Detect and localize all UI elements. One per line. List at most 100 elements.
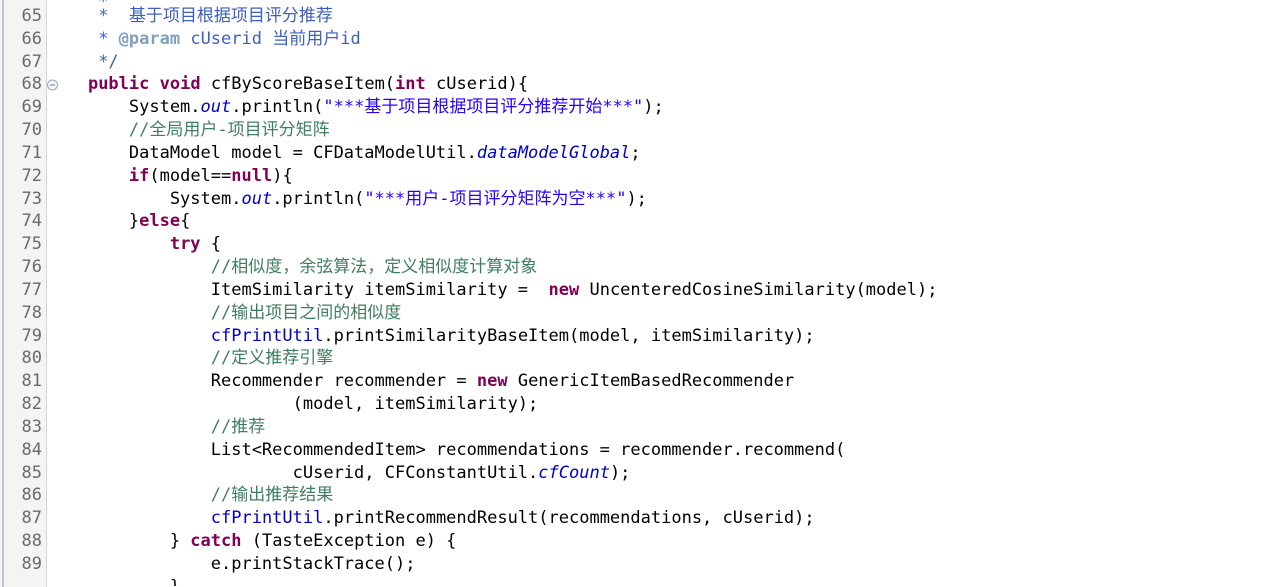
line-number: 88 [21, 531, 42, 552]
code-token: out [241, 188, 273, 209]
code-token: .println( [272, 188, 365, 209]
line-number: 74 [21, 211, 42, 232]
code-token: .printRecommendResult(recommendations, c… [323, 508, 815, 529]
code-token: //输出项目之间的相似度 [210, 302, 402, 323]
line-number: 68 [0, 73, 58, 96]
code-line[interactable]: cUserid, CFConstantUtil.cfCount); [47, 462, 1267, 485]
line-number: 89 [21, 553, 42, 574]
code-line[interactable]: //相似度，余弦算法，定义相似度计算对象 [47, 256, 1267, 279]
code-line[interactable]: cfPrintUtil.printRecommendResult(recomme… [47, 507, 1267, 530]
code-token: { [200, 234, 222, 255]
code-token: List<RecommendedItem> recommendations = … [47, 439, 846, 460]
code-token: DataModel model = CFDataModelUtil. [47, 142, 477, 163]
code-text-area[interactable]: * * 基于项目根据项目评分推荐 * @param cUserid 当前用户id… [47, 0, 1267, 587]
code-token: { [180, 211, 191, 232]
code-token: (model, itemSimilarity); [47, 394, 539, 415]
code-token: ){ [272, 165, 293, 186]
line-number: 77 [21, 279, 42, 300]
code-line[interactable]: //定义推荐引擎 [47, 347, 1267, 370]
code-token: System. [47, 188, 242, 209]
code-line[interactable]: //输出项目之间的相似度 [47, 302, 1267, 325]
code-token: //推荐 [210, 416, 266, 437]
code-line[interactable]: (model, itemSimilarity); [47, 393, 1267, 416]
code-token: cUserid){ [425, 74, 529, 95]
code-token: * [98, 28, 119, 49]
code-token: ); [609, 462, 631, 483]
code-token: ); [626, 188, 647, 209]
code-token: null [231, 165, 273, 186]
code-line[interactable]: System.out.println("***基于项目根据项目评分推荐开始***… [47, 96, 1267, 119]
line-number: 70 [21, 120, 42, 141]
code-token: //全局用户-项目评分矩阵 [128, 120, 330, 141]
code-line[interactable]: Recommender recommender = new GenericIte… [47, 370, 1267, 393]
code-token: } [47, 577, 180, 586]
code-line[interactable]: ItemSimilarity itemSimilarity = new Unce… [47, 279, 1267, 302]
code-token: .println( [231, 97, 324, 118]
code-token: cUserid, CFConstantUtil. [47, 462, 539, 483]
code-token: * 基于项目根据项目评分推荐 [98, 6, 333, 26]
code-line[interactable]: try { [47, 233, 1267, 256]
code-token: Recommender recommender = [47, 371, 477, 392]
code-token: } [47, 531, 191, 552]
code-token: cfPrintUtil [210, 325, 324, 346]
code-line[interactable]: System.out.println("***用户-项目评分矩阵为空***"); [47, 188, 1267, 211]
code-token: cfPrintUtil [210, 508, 324, 529]
line-number: 73 [21, 188, 42, 209]
code-token: //定义推荐引擎 [210, 348, 334, 369]
code-token: out [200, 97, 232, 118]
code-line[interactable]: * 基于项目根据项目评分推荐 [47, 5, 1267, 28]
code-line[interactable]: //全局用户-项目评分矩阵 [47, 119, 1267, 142]
code-token: public [87, 74, 150, 95]
code-line[interactable]: cfPrintUtil.printSimilarityBaseItem(mode… [47, 325, 1267, 348]
code-line[interactable]: List<RecommendedItem> recommendations = … [47, 439, 1267, 462]
code-line[interactable]: e.printStackTrace(); [47, 553, 1267, 576]
code-line[interactable]: */ [47, 51, 1267, 74]
code-token: //相似度，余弦算法，定义相似度计算对象 [210, 257, 538, 278]
code-line[interactable]: if(model==null){ [47, 165, 1267, 188]
line-number: 78 [21, 302, 42, 323]
code-token: new [476, 371, 508, 392]
line-number: 81 [21, 371, 42, 392]
code-token: else [139, 211, 181, 232]
code-token: cfByScoreBaseItem( [200, 74, 396, 95]
line-number-partial [0, 576, 46, 587]
code-token: try [169, 234, 201, 255]
code-editor[interactable]: 65 66 67 68 69 70 71 72 73 74 75 76 77 78 79 80 81 82 83 84… [0, 0, 1267, 587]
line-number-ruler: 65 66 67 68 69 70 71 72 73 74 75 76 77 78 79 80 81 82 83 84… [0, 0, 58, 587]
code-line[interactable]: public void cfByScoreBaseItem(int cUseri… [47, 73, 1267, 96]
code-token: */ [98, 51, 119, 72]
code-token: ItemSimilarity itemSimilarity = [47, 279, 549, 300]
code-token: "***基于项目根据项目评分推荐开始***" [323, 97, 644, 118]
code-token: void [159, 74, 201, 95]
code-line[interactable]: * @param cUserid 当前用户id [47, 28, 1267, 51]
code-line[interactable]: //输出推荐结果 [47, 484, 1267, 507]
code-token: cUserid 当前用户id [180, 28, 361, 49]
line-number: 72 [21, 165, 42, 186]
code-line-partial: } [47, 576, 1267, 586]
code-line[interactable]: //推荐 [47, 416, 1267, 439]
code-token: System. [47, 97, 201, 118]
code-token: (TasteException e) { [241, 531, 457, 552]
code-line[interactable]: }else{ [47, 210, 1267, 233]
code-token: catch [190, 531, 242, 552]
line-number: 87 [21, 508, 42, 529]
editor-gutter[interactable]: 65 66 67 68 69 70 71 72 73 74 75 76 77 78 79 80 81 82 83 84… [0, 0, 58, 587]
code-token: ; [630, 142, 641, 163]
code-token: if [128, 165, 150, 186]
line-number: 69 [21, 97, 42, 118]
code-token: int [395, 74, 426, 95]
line-number: 66 [21, 28, 42, 49]
code-line[interactable]: DataModel model = CFDataModelUtil.dataMo… [47, 142, 1267, 165]
code-line[interactable]: } catch (TasteException e) { [47, 530, 1267, 553]
